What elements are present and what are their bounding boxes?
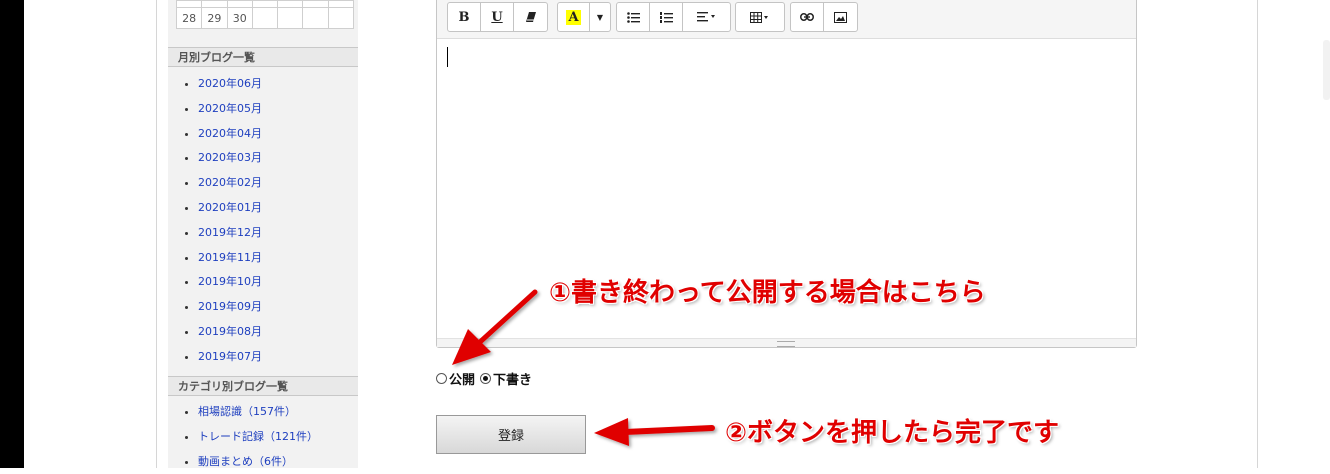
- arrow-to-submit-button: [594, 418, 715, 446]
- arrow-to-public-radio: [452, 289, 538, 365]
- annotation-arrows: [452, 289, 715, 446]
